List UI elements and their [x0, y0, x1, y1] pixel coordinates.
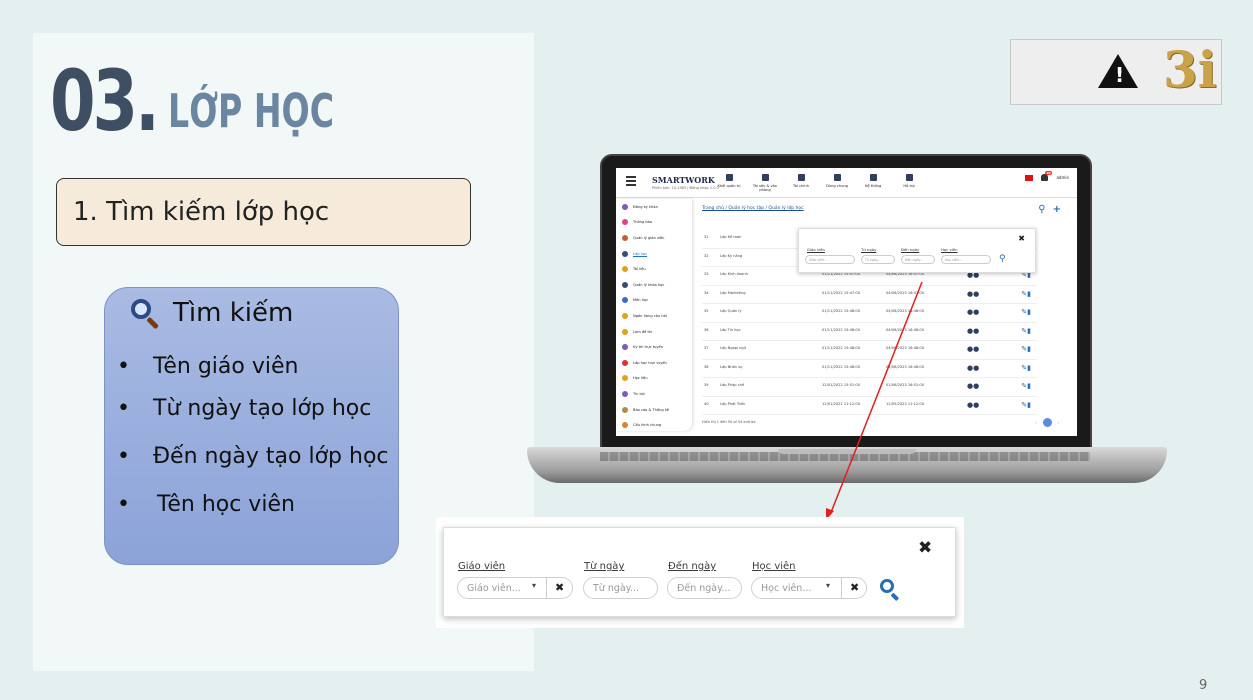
from-date-label: Từ ngày — [584, 561, 625, 572]
student-select[interactable]: Học viên... ▾ ✖ — [751, 577, 867, 599]
clear-icon[interactable]: ✖ — [850, 581, 859, 594]
teacher-label: Giáo viên — [458, 561, 506, 572]
to-date-label: Đến ngày — [668, 561, 717, 572]
student-label: Học viên — [752, 561, 796, 572]
from-date-input[interactable]: Từ ngày... — [583, 577, 658, 599]
clear-icon[interactable]: ✖ — [555, 581, 564, 594]
chevron-down-icon[interactable]: ▾ — [532, 581, 536, 590]
search-icon[interactable] — [878, 577, 900, 602]
close-icon[interactable]: ✖ — [918, 538, 932, 558]
chevron-down-icon[interactable]: ▾ — [826, 581, 830, 590]
filter-panel — [443, 527, 956, 617]
teacher-select[interactable]: Giáo viên... ▾ ✖ — [457, 577, 573, 599]
to-date-input[interactable]: Đến ngày... — [667, 577, 742, 599]
page-number: 9 — [1199, 678, 1208, 693]
